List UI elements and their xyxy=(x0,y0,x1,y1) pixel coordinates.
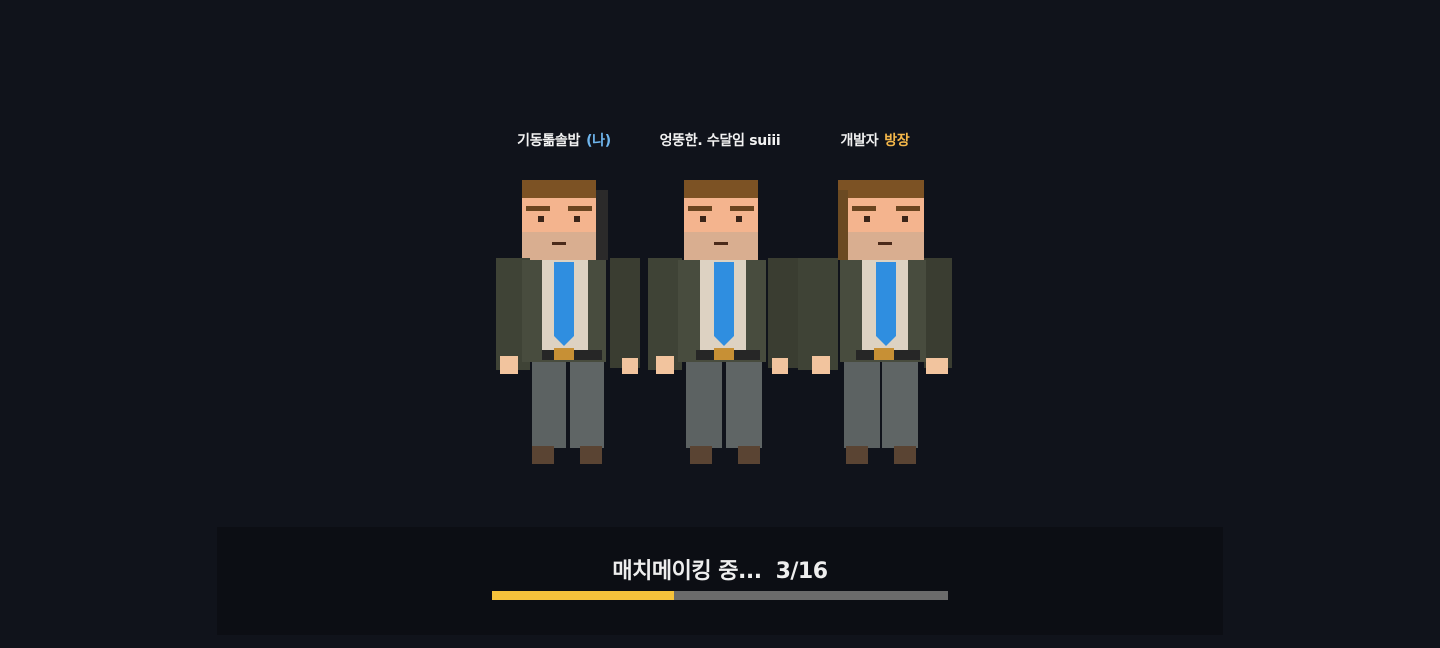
player-name-3: 개발자 xyxy=(840,133,879,149)
player-count: 3/16 xyxy=(775,559,828,584)
player-name-2: 엉뚱한. 수달임 suiii xyxy=(659,133,781,149)
player-name-1: 기동톪솔밥 xyxy=(517,133,581,149)
lobby-stage: 기동톪솔밥 (나) 엉뚱한. 수달임 suiii 개발자 방장 매치메이킹 중.… xyxy=(0,0,1440,648)
matchmaking-progress-bar xyxy=(492,591,948,600)
player-avatar-2 xyxy=(648,180,798,464)
matchmaking-progress-fill xyxy=(492,591,675,600)
player-tag-host: 방장 xyxy=(884,133,910,149)
player-label-1: 기동톪솔밥 (나) xyxy=(517,130,611,150)
avatar-figure xyxy=(798,180,952,464)
player-label-2: 엉뚱한. 수달임 suiii xyxy=(660,130,781,150)
matchmaking-status-text: 매치메이킹 중... xyxy=(612,559,762,584)
player-tag-me: (나) xyxy=(586,133,611,149)
avatar-figure xyxy=(496,180,640,464)
player-avatar-3 xyxy=(798,180,952,464)
matchmaking-status: 매치메이킹 중... 3/16 xyxy=(217,553,1223,585)
player-label-3: 개발자 방장 xyxy=(841,130,910,150)
matchmaking-panel: 매치메이킹 중... 3/16 xyxy=(217,527,1223,635)
player-avatar-1 xyxy=(496,180,640,464)
avatar-figure xyxy=(648,180,798,464)
